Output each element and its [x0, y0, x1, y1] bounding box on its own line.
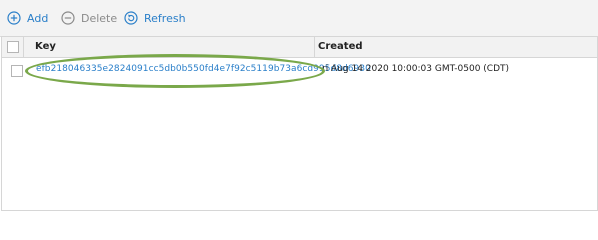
- delete-label: Delete: [81, 11, 118, 25]
- column-header-key[interactable]: Key: [35, 37, 56, 57]
- refresh-icon: [124, 11, 138, 25]
- column-header-created[interactable]: Created: [318, 37, 363, 57]
- table-row[interactable]: efb218046335e2824091cc5db0b550fd4e7f92c5…: [2, 59, 597, 81]
- delete-button[interactable]: Delete: [61, 10, 117, 26]
- minus-circle-icon: [61, 11, 75, 25]
- refresh-label: Refresh: [144, 11, 186, 25]
- refresh-button[interactable]: Refresh: [124, 10, 186, 26]
- key-link[interactable]: efb218046335e2824091cc5db0b550fd4e7f92c5…: [36, 64, 371, 74]
- add-label: Add: [27, 11, 49, 25]
- column-divider: [314, 37, 315, 57]
- created-value: ri Aug 14 2020 10:00:03 GMT-0500 (CDT): [322, 64, 510, 74]
- keys-table: Key Created efb218046335e2824091cc5db0b5…: [1, 36, 598, 211]
- add-button[interactable]: Add: [7, 10, 48, 26]
- toolbar: Add Delete Refresh: [0, 0, 598, 37]
- select-all-checkbox[interactable]: [7, 41, 19, 53]
- header-checkbox-cell: [2, 37, 24, 57]
- row-checkbox[interactable]: [11, 65, 23, 77]
- plus-circle-icon: [7, 11, 21, 25]
- table-header: Key Created: [2, 37, 597, 58]
